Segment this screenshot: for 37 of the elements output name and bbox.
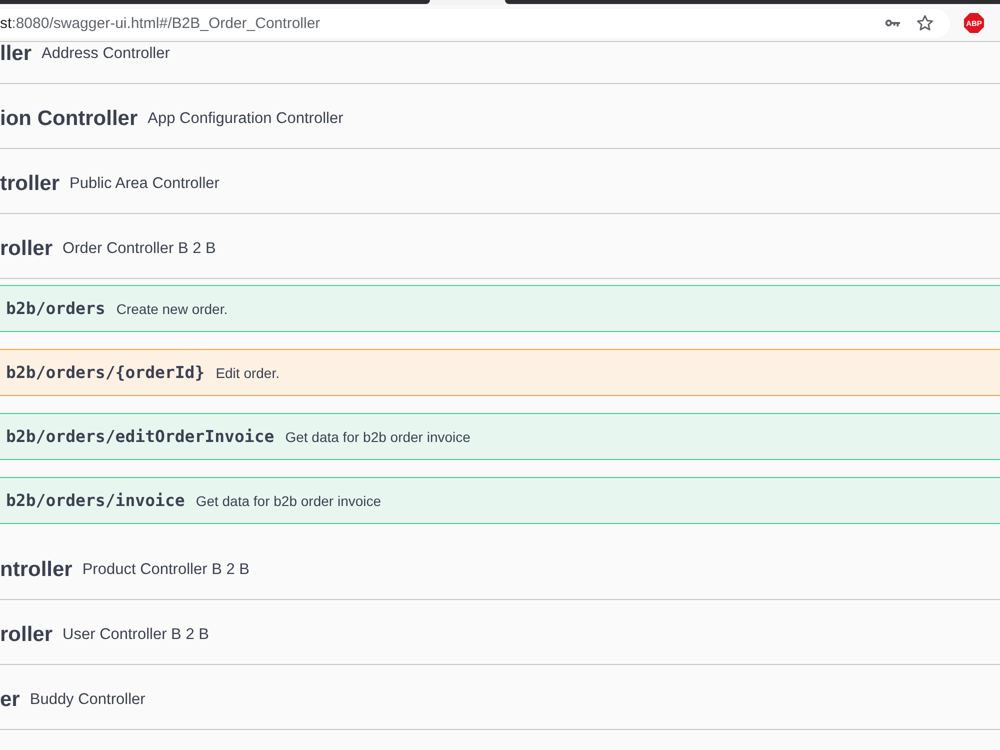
operation-row[interactable]: b2b/orders/invoice Get data for b2b order invoice xyxy=(0,477,1000,524)
tag-description: Public Area Controller xyxy=(70,174,220,194)
operation-summary: Create new order. xyxy=(116,300,228,316)
operation-summary: Get data for b2b order invoice xyxy=(285,428,470,444)
tag-name: ntroller xyxy=(0,558,72,582)
tag-name: roller xyxy=(0,237,53,261)
operation-row[interactable]: b2b/orders Create new order. xyxy=(0,285,1000,332)
tag-name: ion Controller xyxy=(0,107,138,131)
endpoint-path: b2b/orders/editOrderInvoice xyxy=(6,427,274,446)
tag-header[interactable]: ntroller Product Controller B 2 B xyxy=(0,535,1000,600)
operation-row[interactable]: b2b/orders/editOrderInvoice Get data for b2b order invoice xyxy=(0,413,1000,460)
operation-row[interactable]: b2b/orders/{orderId} Edit order. xyxy=(0,349,1000,396)
tag-header[interactable]: ion Controller App Configuration Controller xyxy=(0,84,1000,149)
operation-summary: Edit order. xyxy=(216,364,280,380)
tag-name: troller xyxy=(0,172,60,196)
endpoint-path: b2b/orders xyxy=(6,299,106,318)
tag-header[interactable]: ller Address Controller xyxy=(0,42,1000,84)
address-bar[interactable]: st:8080/swagger-ui.html#/B2B_Order_Controller xyxy=(0,8,950,38)
tag-description: Order Controller B 2 B xyxy=(62,239,216,259)
tag-description: Product Controller B 2 B xyxy=(82,560,250,580)
tag-name: roller xyxy=(0,623,53,647)
tag-header[interactable]: troller Public Area Controller xyxy=(0,149,1000,214)
tag-description: Address Controller xyxy=(42,44,170,64)
tag-header[interactable]: roller User Controller B 2 B xyxy=(0,600,1000,665)
tag-header[interactable]: roller Order Controller B 2 B xyxy=(0,214,1000,279)
endpoint-path: b2b/orders/invoice xyxy=(6,491,185,510)
operation-summary: Get data for b2b order invoice xyxy=(196,492,382,508)
tag-description: User Controller B 2 B xyxy=(62,625,209,645)
url-path: :8080/swagger-ui.html#/B2B_Order_Controller xyxy=(12,14,320,32)
tag-name: ller xyxy=(0,42,32,66)
star-icon[interactable] xyxy=(916,14,934,32)
tag-description: Buddy Controller xyxy=(30,690,146,710)
tag-name: er xyxy=(0,688,20,712)
endpoint-path: b2b/orders/{orderId} xyxy=(6,363,205,382)
tag-description: App Configuration Controller xyxy=(148,109,344,129)
url-host: st xyxy=(0,14,12,32)
tag-header[interactable]: er Buddy Controller xyxy=(0,665,1000,730)
